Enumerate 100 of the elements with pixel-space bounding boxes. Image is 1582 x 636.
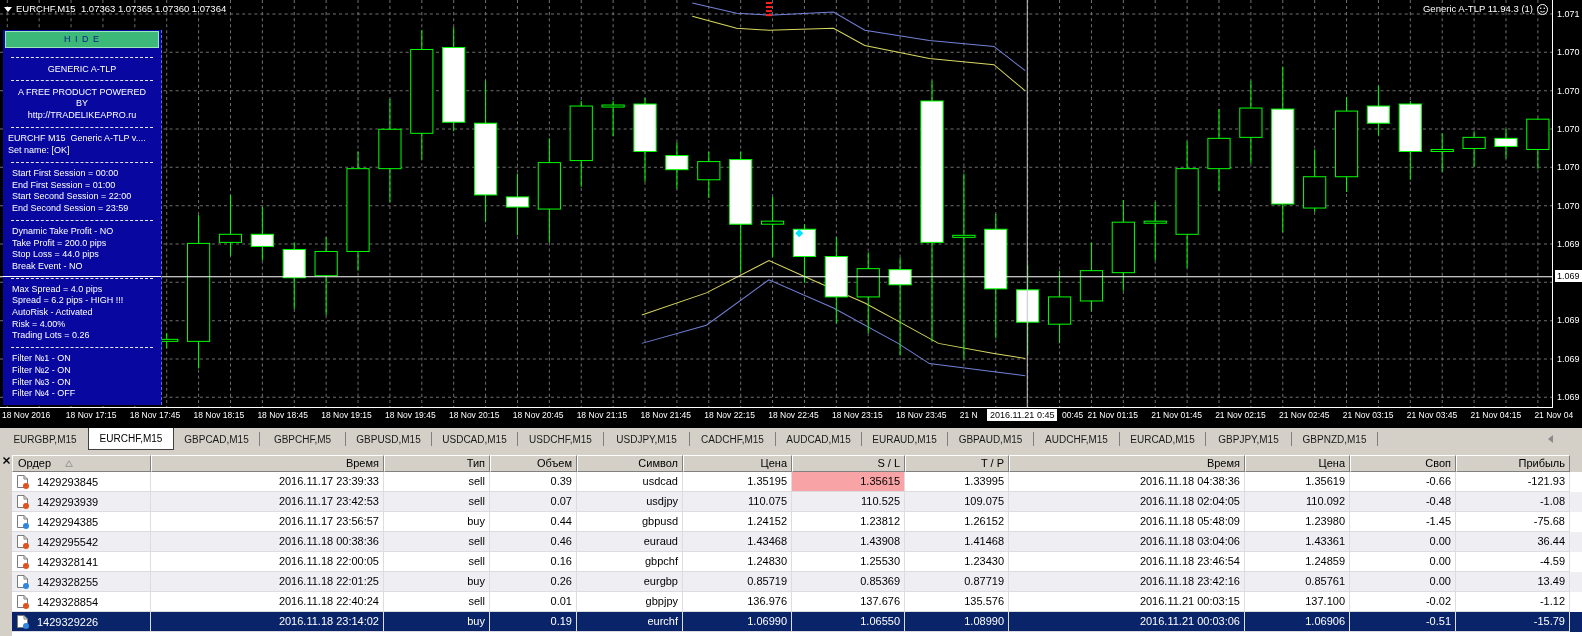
diamond-marker-icon [795, 229, 804, 238]
symbol-tab[interactable]: EURGBP,M15 [2, 428, 88, 450]
panel-text: Stop Loss = 44.0 pips [12, 249, 99, 261]
table-cell: 2016.11.18 23:14:02 [151, 612, 384, 632]
symbol-tab[interactable]: GBPAUD,M15 [948, 428, 1033, 450]
symbol-tab[interactable]: AUDCAD,M15 [776, 428, 861, 450]
panel-text: Break Event - NO [12, 260, 83, 273]
bullish-candle [760, 196, 785, 259]
panel-text: Max Spread = 4.0 pips [12, 283, 103, 296]
panel-text: EURCHF M15 Generic A-TLP v.... [8, 133, 146, 145]
time-label: 21 Nov 04:15 [1470, 409, 1522, 421]
panel-text: Start First Session = 00:00 [12, 167, 119, 180]
panel-text: A FREE PRODUCT POWERED [18, 86, 146, 99]
symbol-tab[interactable]: USDJPY,M15 [604, 428, 689, 450]
table-row[interactable]: 1429295542 2016.11.18 00:38:36 sell 0.46 euraud 1.43468 1.43908 1.41468 2016.11.18 03:04:06 1.43361 0.00 36.44 [12, 532, 1582, 552]
bearish-candle [1494, 128, 1518, 160]
table-cell: 1.06550 [792, 612, 905, 632]
symbol-tab[interactable]: GBPUSD,M15 [346, 428, 431, 450]
symbol-tab[interactable]: GBPCAD,M15 [174, 428, 259, 450]
time-label: 18 Nov 17:15 [65, 409, 117, 421]
table-cell: -0.51 [1350, 612, 1456, 632]
panel-text: Risk = 4.00% [12, 318, 66, 331]
panel-text: Take Profit = 200.0 pips [12, 237, 107, 250]
bullish-candle [1079, 241, 1104, 312]
column-header[interactable]: Объем [490, 455, 577, 472]
table-row[interactable]: 1429328255 2016.11.18 22:01:25 buy 0.26 eurgbp 0.85719 0.85369 0.87719 2016.11.18 23:42:16 0.85761 0.00 13.49 [12, 572, 1582, 592]
table-row[interactable]: 1429293939 2016.11.17 23:42:53 sell 0.07 usdjpy 110.075 110.525 109.075 2016.11.18 02:04:05 110.092 -0.48 -1.08 [12, 492, 1582, 512]
column-header[interactable]: Ордер [12, 455, 151, 472]
column-header[interactable]: Время [1009, 455, 1245, 472]
time-label: 00:45 [1062, 409, 1084, 421]
symbol-tab[interactable]: CADCHF,M15 [690, 428, 775, 450]
column-header[interactable]: Символ [577, 455, 683, 472]
column-header[interactable]: Тип [384, 455, 490, 472]
price-label: 1.069 [1557, 314, 1580, 327]
time-label: 18 Nov 23:45 [895, 409, 947, 421]
column-header[interactable]: Цена [1245, 455, 1350, 472]
smiley-icon [1537, 3, 1548, 15]
symbol-tab[interactable]: GBPJPY,M15 [1206, 428, 1291, 450]
column-header[interactable]: Своп [1350, 455, 1456, 472]
symbol-tab[interactable]: USDCAD,M15 [432, 428, 517, 450]
caret-icon[interactable] [4, 6, 12, 12]
table-cell: 1.35615 [792, 472, 905, 492]
bearish-candle [282, 241, 306, 310]
symbol-tab[interactable]: GBPCHF,M5 [260, 428, 345, 450]
current-price-label: 1.069 [1555, 270, 1582, 282]
bullish-candle [697, 151, 721, 199]
order-marker-icon [765, 2, 772, 17]
bearish-candle [792, 223, 817, 284]
close-icon[interactable] [2, 457, 10, 464]
column-header[interactable]: Цена [683, 455, 792, 472]
order-number: 1429295542 [37, 534, 99, 549]
price-label: 1.071 [1557, 8, 1580, 20]
time-label: 21 Nov 02:15 [1215, 409, 1266, 421]
bearish-candle [505, 173, 530, 236]
column-header[interactable]: S / L [792, 455, 905, 472]
time-label: 18 Nov 22:15 [704, 409, 755, 421]
time-label: 18 Nov 20:45 [512, 409, 564, 421]
time-label: 18 Nov 22:45 [768, 409, 819, 421]
chart-title: EURCHF,M15 1.07363 1.07365 1.07360 1.07364 [16, 3, 227, 15]
crosshair-time-label: 2016.11.21 0:45 [987, 409, 1058, 421]
price-label: 1.070 [1557, 199, 1580, 212]
bullish-candle [1303, 148, 1327, 213]
symbol-tab[interactable]: AUDCHF,M15 [1034, 428, 1119, 450]
panel-text: End First Session = 01:00 [12, 179, 116, 192]
price-label: 1.070 [1557, 122, 1580, 135]
time-label: 18 Nov 23:15 [832, 409, 883, 421]
bearish-candle [250, 206, 274, 262]
column-header[interactable]: Прибыль [1456, 455, 1570, 472]
symbol-tab[interactable]: USDCHF,M15 [518, 428, 603, 450]
symbol-tab[interactable]: EURCHF,M15 [88, 428, 174, 450]
table-cell: 1.08990 [905, 612, 1009, 632]
indicator-label: Generic A-TLP 11.94.3 (1) [1423, 3, 1533, 15]
price-label: 1.070 [1557, 84, 1580, 97]
price-label: 1.070 [1557, 161, 1580, 174]
panel-text: Trading Lots = 0.26 [12, 330, 90, 342]
bullish-candle [1430, 132, 1454, 173]
time-label: 18 Nov 20:15 [448, 409, 500, 421]
column-header[interactable]: Время [151, 455, 384, 472]
hide-button[interactable]: H I D E [5, 31, 159, 48]
panel-text: Filter №1 - ON [12, 353, 71, 366]
bullish-candle [601, 100, 625, 137]
price-label: 1.069 [1557, 237, 1580, 250]
panel-text: Filter №2 - ON [12, 365, 71, 377]
time-label: 21 Nov 01:15 [1087, 409, 1138, 421]
symbol-tab[interactable]: EURAUD,M15 [862, 428, 947, 450]
table-cell: 0.19 [490, 612, 577, 632]
symbol-tab[interactable]: EURCAD,M15 [1120, 428, 1205, 450]
column-header[interactable]: T / P [905, 455, 1009, 472]
price-label: 1.070 [1557, 46, 1580, 59]
time-label: 21 Nov 02:45 [1279, 409, 1330, 421]
time-label: 18 Nov 18:45 [257, 409, 308, 421]
price-label: 1.069 [1557, 391, 1580, 403]
sort-icon [65, 460, 74, 467]
table-cell: 1.06990 [683, 612, 792, 632]
table-row[interactable]: 1429329226 2016.11.18 23:14:02 buy 0.19 eurchf 1.06990 1.06550 1.08990 2016.11.21 00:03:06 1.06906 -0.51 -15.79 [12, 612, 1582, 632]
panel-text: Filter №3 - ON [12, 376, 71, 389]
time-label: 21 Nov 01:45 [1151, 409, 1202, 421]
panel-text: BY [76, 98, 88, 110]
symbol-tab[interactable]: GBPNZD,M15 [1292, 428, 1377, 450]
panel-text: Set name: [OK] [8, 144, 70, 157]
